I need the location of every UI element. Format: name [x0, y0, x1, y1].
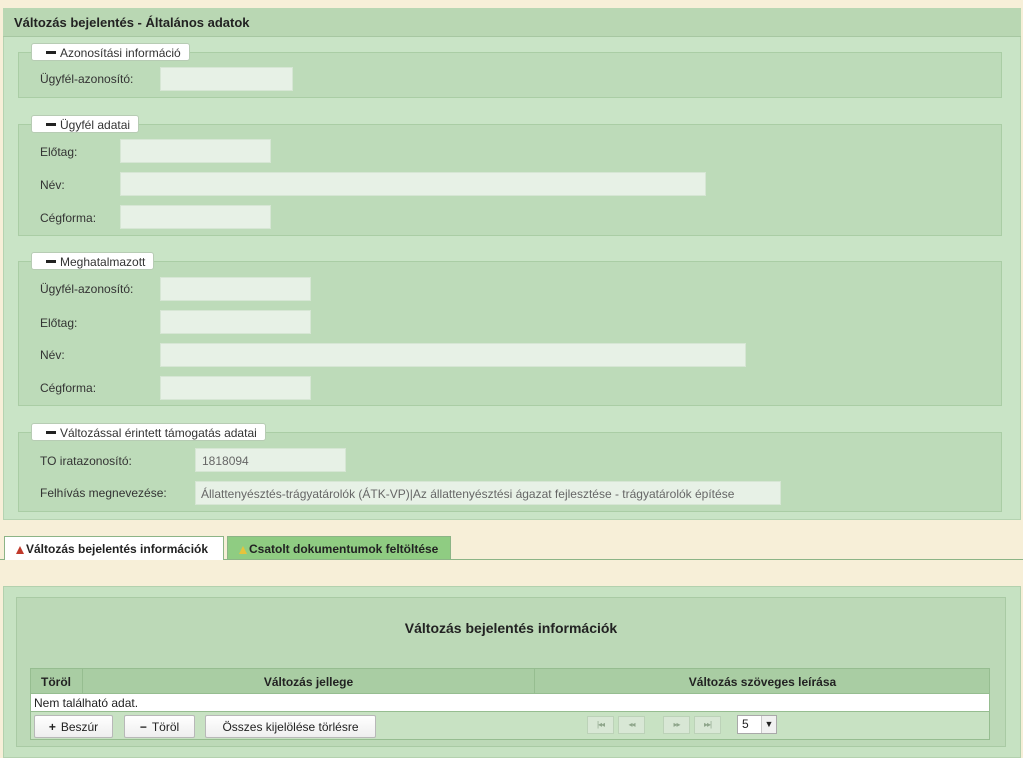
grid-empty-row: Nem található adat.: [30, 694, 990, 712]
minus-icon: −: [139, 720, 147, 734]
field-label-elotag: Előtag:: [40, 145, 78, 159]
cegforma-input[interactable]: [120, 205, 271, 229]
next-page-icon: ▸▸: [673, 720, 680, 729]
page-size-select[interactable]: 5 ▼: [737, 715, 777, 734]
tab-csatolt-dokumentumok[interactable]: Csatolt dokumentumok feltöltése: [227, 536, 451, 559]
legend-azonositasi[interactable]: Azonosítási információ: [31, 43, 190, 61]
megh-nev-input[interactable]: [160, 343, 746, 367]
collapse-minus-icon: [46, 51, 56, 55]
clear-all-button[interactable]: Összes kijelölése törlésre: [205, 715, 376, 738]
megh-cegforma-input[interactable]: [160, 376, 311, 400]
pager-first-button[interactable]: |◂◂: [587, 716, 614, 734]
grid-col-torol[interactable]: Töröl: [30, 668, 83, 694]
prev-page-icon: ◂◂: [628, 720, 635, 729]
field-label-megh-nev: Név:: [40, 348, 65, 362]
field-label-megh-elotag: Előtag:: [40, 316, 78, 330]
last-page-icon: ▸▸|: [703, 720, 712, 729]
pager-last-button[interactable]: ▸▸|: [694, 716, 721, 734]
chevron-down-icon: ▼: [761, 716, 776, 733]
collapse-minus-icon: [46, 123, 56, 127]
field-label-felhivas: Felhívás megnevezése:: [40, 486, 167, 500]
tab-valtozas-bejelentes[interactable]: Változás bejelentés információk: [4, 536, 224, 560]
pager-next-button[interactable]: ▸▸: [663, 716, 690, 734]
ugyfel-azonosito-input[interactable]: [160, 67, 293, 91]
field-label-to-iratazonosito: TO iratazonosító:: [40, 454, 132, 468]
elotag-input[interactable]: [120, 139, 271, 163]
collapse-minus-icon: [46, 431, 56, 435]
first-page-icon: |◂◂: [596, 720, 605, 729]
delete-button[interactable]: − Töröl: [124, 715, 195, 738]
field-label-megh-cegforma: Cégforma:: [40, 381, 97, 395]
warning-red-icon: [16, 546, 24, 554]
legend-meghatalmazott[interactable]: Meghatalmazott: [31, 252, 155, 270]
field-label-ugyfel-azonosito: Ügyfél-azonosító:: [40, 72, 134, 86]
nev-input[interactable]: [120, 172, 706, 196]
page-title: Változás bejelentés - Általános adatok: [3, 8, 1021, 37]
legend-tamogatas[interactable]: Változással érintett támogatás adatai: [31, 423, 266, 441]
insert-button[interactable]: + Beszúr: [34, 715, 113, 738]
field-label-nev: Név:: [40, 178, 65, 192]
field-label-megh-ugyfel-azonosito: Ügyfél-azonosító:: [40, 282, 134, 296]
felhivas-megnevezese-input[interactable]: Állattenyésztés-trágyatárolók (ÁTK-VP)|A…: [195, 481, 781, 505]
field-label-cegforma: Cégforma:: [40, 211, 97, 225]
warning-yellow-icon: [239, 546, 247, 554]
legend-ugyfel[interactable]: Ügyfél adatai: [31, 115, 140, 133]
collapse-minus-icon: [46, 260, 56, 264]
grid-title: Változás bejelentés információk: [404, 620, 618, 636]
pager-prev-button[interactable]: ◂◂: [618, 716, 645, 734]
to-iratazonosito-input[interactable]: 1818094: [195, 448, 346, 472]
grid-col-valtozas-leiras[interactable]: Változás szöveges leírása: [535, 668, 990, 694]
plus-icon: +: [48, 720, 56, 734]
megh-elotag-input[interactable]: [160, 310, 311, 334]
grid-col-valtozas-jellege[interactable]: Változás jellege: [83, 668, 535, 694]
megh-ugyfel-azonosito-input[interactable]: [160, 277, 311, 301]
